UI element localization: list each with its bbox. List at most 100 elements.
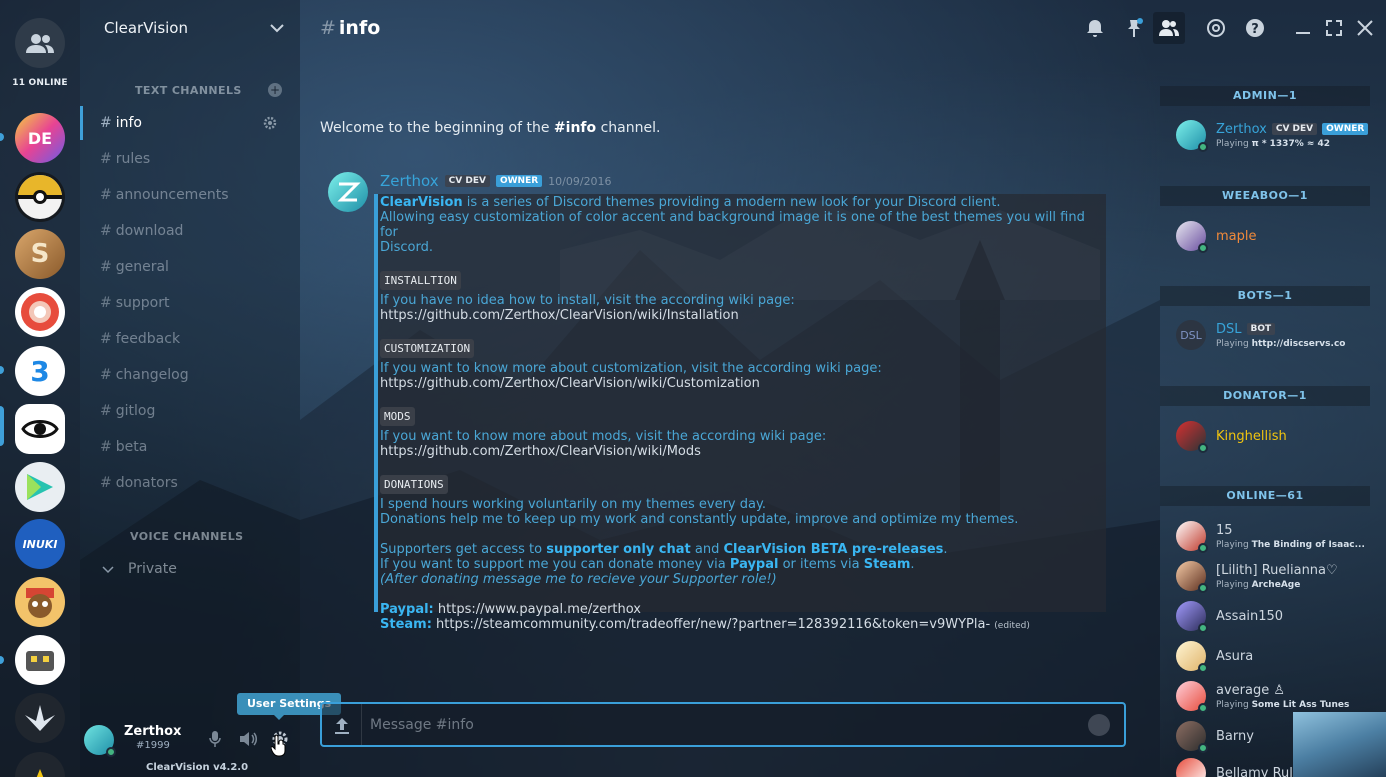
hash-icon: # <box>320 17 336 39</box>
channel-announcements[interactable]: # announcements <box>100 187 229 203</box>
avatar <box>1176 221 1208 253</box>
channel-settings-icon[interactable] <box>263 116 277 130</box>
text-channels-category[interactable]: TEXT CHANNELS <box>135 84 242 97</box>
message-composer <box>320 702 1126 747</box>
theme-version: ClearVision v4.2.0 <box>146 762 249 773</box>
channel-label: general <box>115 259 169 275</box>
channel-rules[interactable]: # rules <box>100 151 150 167</box>
microphone-icon[interactable] <box>208 730 222 748</box>
paypal-link[interactable]: https://www.paypal.me/zerthox <box>434 602 641 617</box>
member-item[interactable]: DSL DSL BOT Playing http://discservs.co <box>1176 320 1345 350</box>
emoji-icon[interactable] <box>1088 714 1110 736</box>
user-discriminator: #1999 <box>136 740 170 751</box>
bell-icon[interactable] <box>1085 18 1105 38</box>
blade-server-icon <box>25 705 55 731</box>
server-monkey[interactable] <box>15 577 65 627</box>
member-group-header: BOTS—1 <box>1160 286 1370 306</box>
member-group-header: ADMIN—1 <box>1160 86 1370 106</box>
message-timestamp: 10/09/2016 <box>548 174 612 188</box>
avatar[interactable] <box>328 172 368 212</box>
channel-feedback[interactable]: # feedback <box>100 331 180 347</box>
wiki-link[interactable]: https://github.com/Zerthox/ClearVision/w… <box>380 308 1102 323</box>
channel-welcome: Welcome to the beginning of the #info ch… <box>320 120 661 136</box>
upload-button[interactable] <box>322 704 362 745</box>
hash-icon: # <box>100 295 112 311</box>
member-item[interactable]: Bellamy Rul <box>1176 758 1293 777</box>
pokeball-server-icon <box>18 175 62 219</box>
edited-label: (edited) <box>994 621 1030 631</box>
member-item[interactable]: 15 Playing The Binding of Isaac... <box>1176 521 1365 553</box>
server-blade[interactable] <box>15 693 65 743</box>
channel-name: info <box>338 17 381 39</box>
online-count: 11 ONLINE <box>12 78 68 88</box>
server-triangle[interactable] <box>15 462 65 512</box>
server-s[interactable]: S <box>15 229 65 279</box>
friends-icon <box>26 34 54 53</box>
channel-label: feedback <box>115 331 181 347</box>
server-pokeball[interactable] <box>15 172 65 222</box>
member-item[interactable]: average ♙ Playing Some Lit Ass Tunes <box>1176 681 1349 713</box>
wiki-link[interactable]: https://github.com/Zerthox/ClearVision/w… <box>380 444 1102 459</box>
channel-general[interactable]: # general <box>100 259 169 275</box>
channel-label: rules <box>115 151 151 167</box>
member-item[interactable]: Barny <box>1176 721 1254 753</box>
server-de[interactable]: DE <box>15 113 65 163</box>
server-inuki[interactable]: INUKI <box>15 519 65 569</box>
message-input[interactable] <box>370 714 1070 736</box>
member-group-header: WEEABOO—1 <box>1160 186 1370 206</box>
hash-icon: # <box>100 331 112 347</box>
hash-icon: # <box>100 115 112 131</box>
hash-icon: # <box>100 439 112 455</box>
add-channel-icon[interactable]: + <box>268 83 282 97</box>
server-eye[interactable] <box>15 404 65 454</box>
friends-home-button[interactable] <box>15 18 65 68</box>
channel-info[interactable]: # info <box>100 115 142 131</box>
member-item[interactable]: Asura <box>1176 641 1253 673</box>
hand-cursor-icon <box>271 734 286 757</box>
chevron-down-icon <box>102 566 114 574</box>
code-label: DONATIONS <box>380 475 448 494</box>
voice-channel-private[interactable]: Private <box>102 561 177 577</box>
channel-label: announcements <box>115 187 229 203</box>
unread-pill <box>0 656 4 664</box>
channel-beta[interactable]: # beta <box>100 439 147 455</box>
server-blue-3[interactable]: 3 <box>15 346 65 396</box>
guild-header[interactable]: ClearVision <box>104 16 284 40</box>
server-robot[interactable] <box>15 635 65 685</box>
channel-label: info <box>115 115 142 131</box>
message-author[interactable]: Zerthox <box>380 172 439 190</box>
code-label: INSTALLTION <box>380 271 461 290</box>
member-item[interactable]: maple <box>1176 221 1257 253</box>
unread-pill <box>0 366 4 374</box>
server-red-circle[interactable] <box>15 287 65 337</box>
avatar[interactable] <box>84 725 116 757</box>
channel-gitlog[interactable]: # gitlog <box>100 403 155 419</box>
robot-server-icon <box>26 651 54 671</box>
member-item[interactable]: Assain150 <box>1176 601 1283 633</box>
member-item[interactable]: Zerthox CV DEV OWNER Playing π * 1337% ≈ 4… <box>1176 120 1369 152</box>
member-item[interactable]: [Lilith] Ruelianna♡ Playing ArcheAge <box>1176 561 1338 593</box>
channel-support[interactable]: # support <box>100 295 170 311</box>
member-item[interactable]: Kinghellish <box>1176 421 1287 453</box>
channel-sidebar: ClearVision TEXT CHANNELS + # info # rules… <box>80 0 300 777</box>
crown-server-icon <box>36 769 44 777</box>
hash-icon: # <box>100 403 112 419</box>
active-channel-bar <box>80 106 83 140</box>
channel-donators[interactable]: # donators <box>100 475 178 491</box>
channel-changelog[interactable]: # changelog <box>100 367 189 383</box>
steam-link[interactable]: https://steamcommunity.com/tradeoffer/ne… <box>432 617 990 632</box>
code-label: CUSTOMIZATION <box>380 339 475 358</box>
username: Zerthox <box>124 724 182 739</box>
upload-icon <box>335 718 349 734</box>
channel-download[interactable]: # download <box>100 223 183 239</box>
role-tag: CV DEV <box>444 175 490 187</box>
wiki-link[interactable]: https://github.com/Zerthox/ClearVision/w… <box>380 376 1102 391</box>
pin-icon[interactable] <box>1124 18 1144 38</box>
server-crown[interactable] <box>15 752 65 777</box>
voice-channels-category[interactable]: VOICE CHANNELS <box>130 530 243 543</box>
avatar <box>1176 521 1208 553</box>
speaker-icon[interactable] <box>238 730 258 748</box>
de-server-icon: DE <box>27 128 53 148</box>
hash-icon: # <box>100 223 112 239</box>
message-content: ClearVision is a series of Discord theme… <box>374 194 1106 632</box>
